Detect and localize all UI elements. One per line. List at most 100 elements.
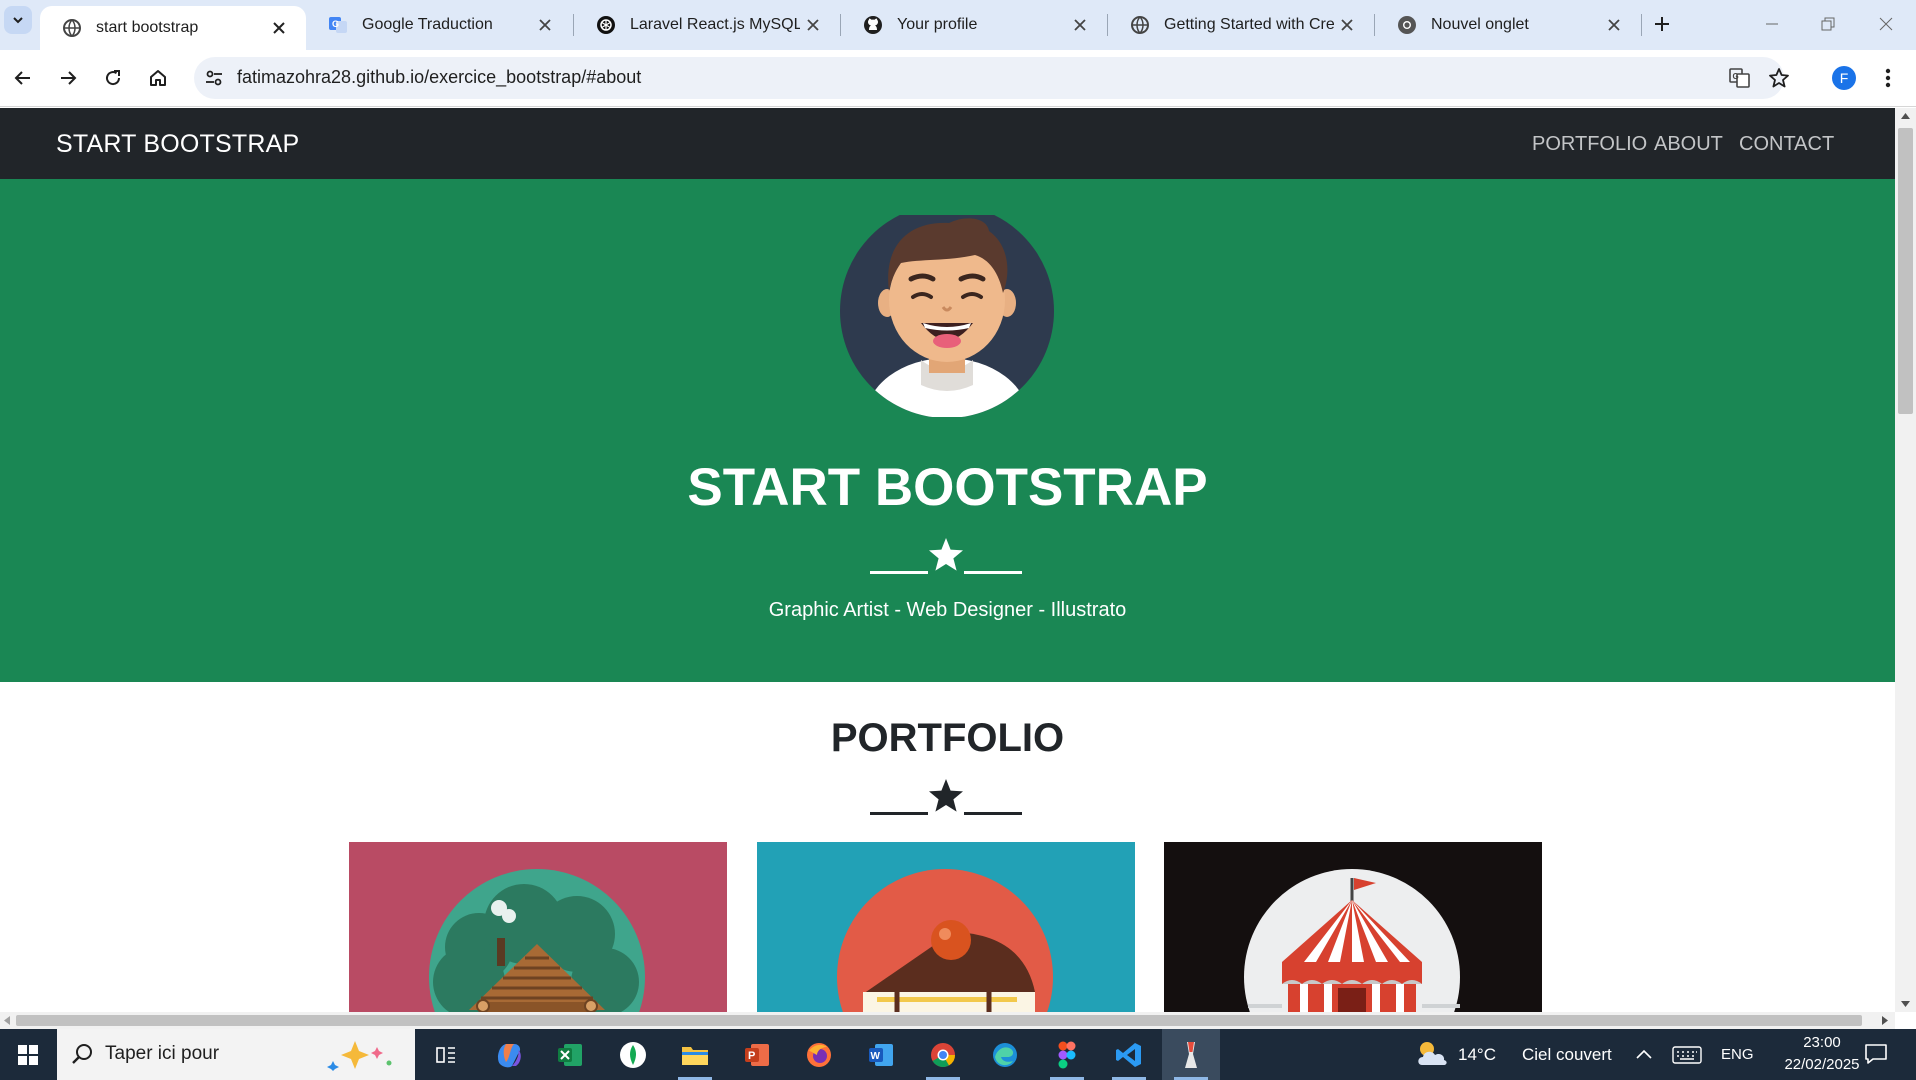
- git-icon: [1179, 1040, 1203, 1070]
- input-language[interactable]: ENG: [1721, 1046, 1754, 1063]
- weather-description[interactable]: Ciel couvert: [1522, 1045, 1612, 1065]
- site-navbar: START BOOTSTRAP PORTFOLIO ABOUT CONTACT: [0, 108, 1895, 179]
- portfolio-title: PORTFOLIO: [830, 716, 1065, 760]
- site-brand[interactable]: START BOOTSTRAP: [56, 130, 299, 159]
- taskbar-app-vscode[interactable]: [1100, 1029, 1158, 1080]
- nav-link-contact[interactable]: CONTACT: [1739, 133, 1834, 156]
- portfolio-divider: [870, 778, 1022, 818]
- search-placeholder: Taper ici pour: [105, 1043, 220, 1064]
- powerpoint-icon: P: [743, 1041, 771, 1069]
- scroll-left-arrow-icon[interactable]: [4, 1016, 10, 1025]
- browser-menu-button[interactable]: [1868, 58, 1908, 98]
- windows-taskbar: Taper ici pour P W 14°C Ciel couvert ENG…: [0, 1029, 1916, 1080]
- nav-link-portfolio[interactable]: PORTFOLIO: [1532, 133, 1647, 156]
- task-view-button[interactable]: [417, 1029, 475, 1080]
- globe-icon: [62, 18, 82, 38]
- weather-cloudy-icon[interactable]: [1414, 1039, 1450, 1069]
- close-icon[interactable]: [266, 15, 292, 41]
- close-icon: [1879, 17, 1893, 31]
- taskbar-app-powerpoint[interactable]: P: [728, 1029, 786, 1080]
- tab-your-profile[interactable]: Your profile: [841, 0, 1107, 50]
- home-button[interactable]: [138, 58, 178, 98]
- tab-nouvel-onglet[interactable]: Nouvel onglet: [1375, 0, 1641, 50]
- tab-search-button[interactable]: [4, 6, 32, 34]
- back-button[interactable]: [3, 58, 43, 98]
- arrow-right-icon: [58, 68, 78, 88]
- chevron-up-icon[interactable]: [1636, 1049, 1652, 1059]
- tab-title: Your profile: [897, 16, 978, 33]
- reload-button[interactable]: [93, 58, 133, 98]
- taskbar-app-word[interactable]: W: [852, 1029, 910, 1080]
- svg-text:G: G: [1733, 72, 1739, 81]
- chevron-down-icon: [11, 13, 25, 27]
- minimize-button[interactable]: [1750, 8, 1794, 40]
- portfolio-card-cabin[interactable]: [349, 842, 727, 1012]
- taskbar-app-chrome[interactable]: [914, 1029, 972, 1080]
- close-icon[interactable]: [800, 12, 826, 38]
- scroll-up-arrow-icon[interactable]: [1901, 113, 1910, 119]
- close-window-button[interactable]: [1864, 8, 1908, 40]
- new-tab-button[interactable]: [1646, 8, 1678, 40]
- close-icon[interactable]: [1067, 12, 1093, 38]
- svg-text:W: W: [871, 1051, 881, 1062]
- scroll-down-arrow-icon[interactable]: [1901, 1001, 1910, 1007]
- avatar: [839, 215, 1055, 417]
- tab-start-bootstrap[interactable]: start bootstrap: [40, 6, 306, 50]
- profile-avatar[interactable]: F: [1832, 66, 1856, 90]
- firefox-icon: [805, 1041, 833, 1069]
- browser-toolbar: fatimazohra28.github.io/exercice_bootstr…: [0, 50, 1916, 107]
- tab-title: Getting Started with Create: [1164, 16, 1334, 33]
- mongodb-compass-icon: [619, 1041, 647, 1069]
- kebab-menu-icon: [1885, 68, 1891, 88]
- edge-icon: [991, 1041, 1019, 1069]
- taskbar-app-mongodb[interactable]: [604, 1029, 662, 1080]
- taskbar-app-file-explorer[interactable]: [666, 1029, 724, 1080]
- taskbar-app-git[interactable]: [1162, 1029, 1220, 1080]
- minimize-icon: [1765, 17, 1779, 31]
- nav-link-about[interactable]: ABOUT: [1654, 133, 1723, 156]
- tab-google-traduction[interactable]: G Google Traduction: [306, 0, 572, 50]
- excel-icon: [556, 1041, 584, 1069]
- taskbar-app-copilot[interactable]: [480, 1029, 538, 1080]
- close-icon[interactable]: [1334, 12, 1360, 38]
- restore-button[interactable]: [1806, 8, 1850, 40]
- hero-title: START BOOTSTRAP: [687, 458, 1208, 517]
- notifications-icon[interactable]: [1864, 1043, 1888, 1065]
- weather-temperature[interactable]: 14°C: [1458, 1045, 1496, 1065]
- taskbar-search[interactable]: Taper ici pour: [57, 1029, 415, 1080]
- bookmark-star-icon[interactable]: [1768, 67, 1790, 89]
- forward-button[interactable]: [48, 58, 88, 98]
- close-icon[interactable]: [532, 12, 558, 38]
- hero-divider: [870, 537, 1022, 577]
- url-text: fatimazohra28.github.io/exercice_bootstr…: [237, 67, 642, 87]
- clock-time[interactable]: 23:00: [1786, 1034, 1858, 1051]
- tab-laravel-react[interactable]: Laravel React.js MySQL Sta: [574, 0, 840, 50]
- portfolio-card-cake[interactable]: [757, 842, 1135, 1012]
- copilot-icon: [494, 1040, 524, 1070]
- vertical-scroll-thumb[interactable]: [1898, 128, 1913, 414]
- address-bar[interactable]: fatimazohra28.github.io/exercice_bootstr…: [194, 57, 1789, 99]
- taskbar-app-figma[interactable]: [1038, 1029, 1096, 1080]
- site-info-icon[interactable]: [204, 68, 224, 88]
- tab-title: Nouvel onglet: [1431, 16, 1529, 33]
- tab-getting-started[interactable]: Getting Started with Create: [1108, 0, 1374, 50]
- close-icon[interactable]: [1601, 12, 1627, 38]
- start-button[interactable]: [0, 1029, 56, 1080]
- translate-icon[interactable]: G: [1729, 67, 1751, 89]
- keyboard-icon[interactable]: [1672, 1046, 1702, 1064]
- horizontal-scroll-thumb[interactable]: [16, 1015, 1862, 1026]
- profile-initial: F: [1839, 70, 1849, 86]
- copilot-sparkle-icon: [325, 1039, 401, 1071]
- tab-title: start bootstrap: [96, 19, 199, 36]
- horizontal-scrollbar[interactable]: [0, 1012, 1895, 1029]
- portfolio-card-circus[interactable]: [1164, 842, 1542, 1012]
- taskbar-app-edge[interactable]: [976, 1029, 1034, 1080]
- scroll-right-arrow-icon[interactable]: [1882, 1016, 1888, 1025]
- taskbar-app-firefox[interactable]: [790, 1029, 848, 1080]
- vertical-scrollbar[interactable]: [1895, 108, 1916, 1012]
- taskbar-app-excel[interactable]: [541, 1029, 599, 1080]
- web-page: START BOOTSTRAP PORTFOLIO ABOUT CONTACT: [0, 108, 1895, 1012]
- divider-line: [964, 812, 1022, 815]
- file-explorer-icon: [681, 1043, 709, 1067]
- tab-separator: [1641, 14, 1642, 36]
